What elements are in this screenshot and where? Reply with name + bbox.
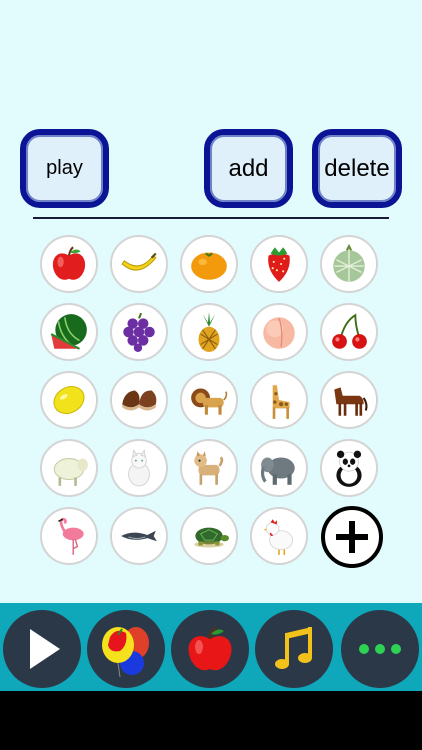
tab-music[interactable] <box>255 610 333 688</box>
grid-item-watermelon[interactable] <box>40 303 98 361</box>
lion-icon <box>191 388 228 415</box>
grid-item-apple[interactable] <box>40 235 98 293</box>
lemon-icon <box>53 386 85 414</box>
flamingo-icon <box>58 517 84 555</box>
grid-item-chicken[interactable] <box>250 507 308 565</box>
grid-item-turtle[interactable] <box>180 507 238 565</box>
grid-item-panda[interactable] <box>320 439 378 497</box>
pineapple-icon <box>198 312 220 352</box>
whale-icon <box>121 530 157 542</box>
grid-item-lemon[interactable] <box>40 371 98 429</box>
orange-icon <box>191 252 227 280</box>
cherry-icon <box>332 313 367 349</box>
grid-item-flamingo[interactable] <box>40 507 98 565</box>
peach-icon <box>263 317 295 349</box>
apple-icon <box>52 246 86 280</box>
tab-play[interactable] <box>3 610 81 688</box>
add-button[interactable]: add <box>204 129 293 208</box>
more-dots-icon <box>359 644 401 654</box>
grid-item-sheep[interactable] <box>40 439 98 497</box>
banana-icon <box>121 252 157 271</box>
cat-icon <box>127 448 151 487</box>
balloons-icon <box>102 627 149 678</box>
delete-button-label: delete <box>324 154 390 182</box>
turtle-icon <box>194 527 229 548</box>
music-note-icon <box>275 627 312 669</box>
grid-item-horse[interactable] <box>320 371 378 429</box>
giraffe-icon <box>272 385 290 419</box>
add-button-label: add <box>228 154 269 182</box>
grid-item-melon[interactable] <box>320 235 378 293</box>
play-icon <box>30 629 60 669</box>
panda-icon <box>336 450 362 487</box>
dog-icon <box>194 451 224 485</box>
grid-item-dog[interactable] <box>180 439 238 497</box>
grapes-icon <box>123 312 155 352</box>
grid-item-whale[interactable] <box>110 507 168 565</box>
elephant-icon <box>260 457 295 485</box>
play-button[interactable]: play <box>20 129 109 208</box>
grid-item-cat[interactable] <box>110 439 168 497</box>
grid-item-chestnut[interactable] <box>110 371 168 429</box>
tab-apple[interactable] <box>171 610 249 688</box>
grid-item-lion[interactable] <box>180 371 238 429</box>
play-button-label: play <box>46 157 83 179</box>
grid-item-peach[interactable] <box>250 303 308 361</box>
tab-balloons[interactable] <box>87 610 165 688</box>
grid-item-pineapple[interactable] <box>180 303 238 361</box>
apple-icon <box>188 627 232 671</box>
strawberry-icon <box>268 247 290 282</box>
plus-icon <box>336 521 368 553</box>
grid-item-giraffe[interactable] <box>250 371 308 429</box>
grid-item-elephant[interactable] <box>250 439 308 497</box>
watermelon-icon <box>50 314 87 350</box>
melon-icon <box>333 243 365 282</box>
delete-button[interactable]: delete <box>312 129 402 208</box>
grid-item-strawberry[interactable] <box>250 235 308 293</box>
horse-icon <box>334 387 368 416</box>
chestnut-icon <box>122 390 157 411</box>
tab-more[interactable] <box>341 610 419 688</box>
chicken-icon <box>263 519 294 555</box>
grid-item-banana[interactable] <box>110 235 168 293</box>
sheep-icon <box>53 458 88 486</box>
grid-item-orange[interactable] <box>180 235 238 293</box>
divider <box>33 217 389 219</box>
add-item-button[interactable] <box>321 506 383 568</box>
grid-item-cherry[interactable] <box>320 303 378 361</box>
bottom-black-area <box>0 691 422 750</box>
grid-item-grapes[interactable] <box>110 303 168 361</box>
bottom-tab-bar <box>0 603 422 691</box>
